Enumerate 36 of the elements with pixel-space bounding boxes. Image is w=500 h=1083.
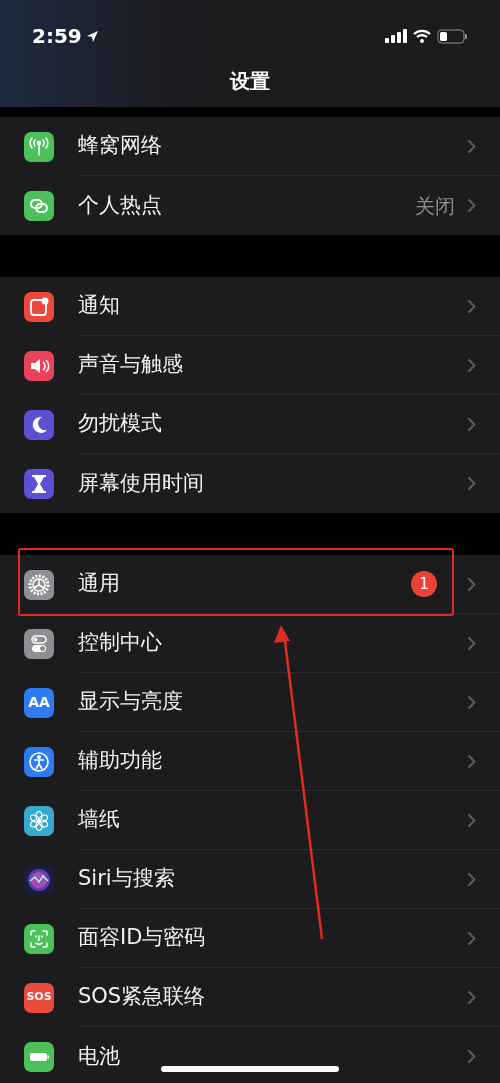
row-label: 电池 (78, 1042, 120, 1070)
settings-row[interactable]: 墙纸 (0, 791, 500, 850)
settings-row[interactable]: 通知 (0, 277, 500, 336)
settings-row[interactable]: 个人热点 关闭 (0, 176, 500, 235)
row-label: 通知 (78, 292, 120, 320)
row-label: 面容ID与密码 (78, 924, 206, 952)
row-label: 蜂窝网络 (78, 132, 162, 160)
settings-row[interactable]: 电池 (0, 1027, 500, 1083)
notification-badge: 1 (411, 571, 437, 597)
settings-row[interactable]: 控制中心 (0, 614, 500, 673)
row-label: 显示与亮度 (78, 688, 183, 716)
row-label: 通用 (78, 570, 120, 598)
settings-row[interactable]: 辅助功能 (0, 732, 500, 791)
row-label: 辅助功能 (78, 747, 162, 775)
row-value: 关闭 (415, 192, 455, 220)
row-label: Siri与搜索 (78, 865, 175, 893)
sos-icon: SOS (24, 982, 54, 1013)
row-label: 声音与触感 (78, 351, 183, 379)
status-time: 2:59 (32, 23, 82, 50)
page-title: 设置 (230, 68, 270, 95)
settings-row[interactable]: AA 显示与亮度 (0, 673, 500, 732)
row-label: 墙纸 (78, 806, 120, 834)
settings-row[interactable]: 屏幕使用时间 (0, 454, 500, 513)
settings-row[interactable]: SOS SOS紧急联络 (0, 968, 500, 1027)
row-label: 个人热点 (78, 191, 162, 219)
row-label: 控制中心 (78, 629, 162, 657)
row-label: 勿扰模式 (78, 410, 162, 438)
row-label: 屏幕使用时间 (78, 469, 204, 497)
settings-row[interactable]: Siri与搜索 (0, 850, 500, 909)
row-label: SOS紧急联络 (78, 983, 206, 1011)
settings-row[interactable]: 通用 1 (0, 555, 500, 614)
settings-row[interactable]: 勿扰模式 (0, 395, 500, 454)
settings-row[interactable]: 面容ID与密码 (0, 909, 500, 968)
settings-row[interactable]: 声音与触感 (0, 336, 500, 395)
text-size-icon: AA (24, 687, 54, 718)
settings-row[interactable]: 蜂窝网络 (0, 117, 500, 176)
